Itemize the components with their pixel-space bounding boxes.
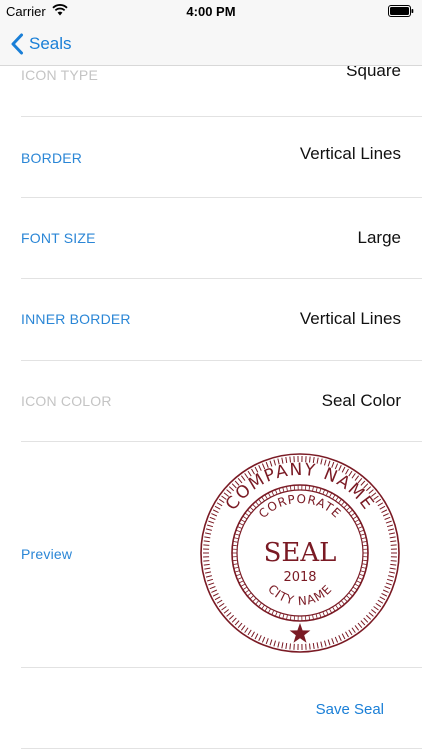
- row-label-inner-border: INNER BORDER: [21, 311, 131, 327]
- seal-preview-image: COMPANY NAME CORPORATE SEAL 2018 CITY NA…: [200, 453, 400, 653]
- seal-inner-top-arc-text: CORPORATE: [256, 492, 344, 521]
- back-label: Seals: [29, 34, 72, 53]
- row-label-border: BORDER: [21, 150, 83, 166]
- row-icon-color[interactable]: ICON COLOR Seal Color: [0, 361, 422, 441]
- row-save: Save Seal: [0, 668, 422, 748]
- row-label-preview: Preview: [21, 546, 73, 562]
- row-value-inner-border: Vertical Lines: [299, 309, 401, 328]
- row-label-icon-type: ICON TYPE: [21, 67, 99, 83]
- save-seal-button[interactable]: Save Seal: [316, 701, 384, 718]
- seal-center-text: SEAL: [264, 538, 337, 568]
- row-value-font-size: Large: [357, 228, 401, 247]
- battery-icon: [388, 5, 414, 17]
- back-button[interactable]: Seals: [10, 30, 72, 58]
- separator: [21, 748, 422, 749]
- row-value-icon-color: Seal Color: [321, 391, 401, 410]
- row-border[interactable]: BORDER Vertical Lines: [0, 117, 422, 197]
- seal-inner-bottom-arc-text: CITY NAME: [265, 582, 335, 608]
- chevron-left-icon: [11, 33, 23, 55]
- status-bar: Carrier 4:00 PM: [0, 0, 422, 22]
- navigation-bar: Seals: [0, 22, 422, 66]
- row-label-icon-color: ICON COLOR: [21, 393, 112, 409]
- row-inner-border[interactable]: INNER BORDER Vertical Lines: [0, 279, 422, 360]
- row-icon-type[interactable]: ICON TYPE Square: [0, 66, 422, 116]
- settings-list: ICON TYPE Square BORDER Vertical Lines F…: [0, 66, 422, 750]
- status-time: 4:00 PM: [186, 4, 236, 19]
- row-value-border: Vertical Lines: [299, 144, 401, 163]
- seal-year-text: 2018: [283, 570, 316, 585]
- star-icon: [289, 623, 311, 643]
- row-label-font-size: FONT SIZE: [21, 230, 96, 246]
- row-value-icon-type: Square: [346, 66, 401, 80]
- row-font-size[interactable]: FONT SIZE Large: [0, 198, 422, 278]
- seal-top-arc-text: COMPANY NAME: [222, 460, 378, 514]
